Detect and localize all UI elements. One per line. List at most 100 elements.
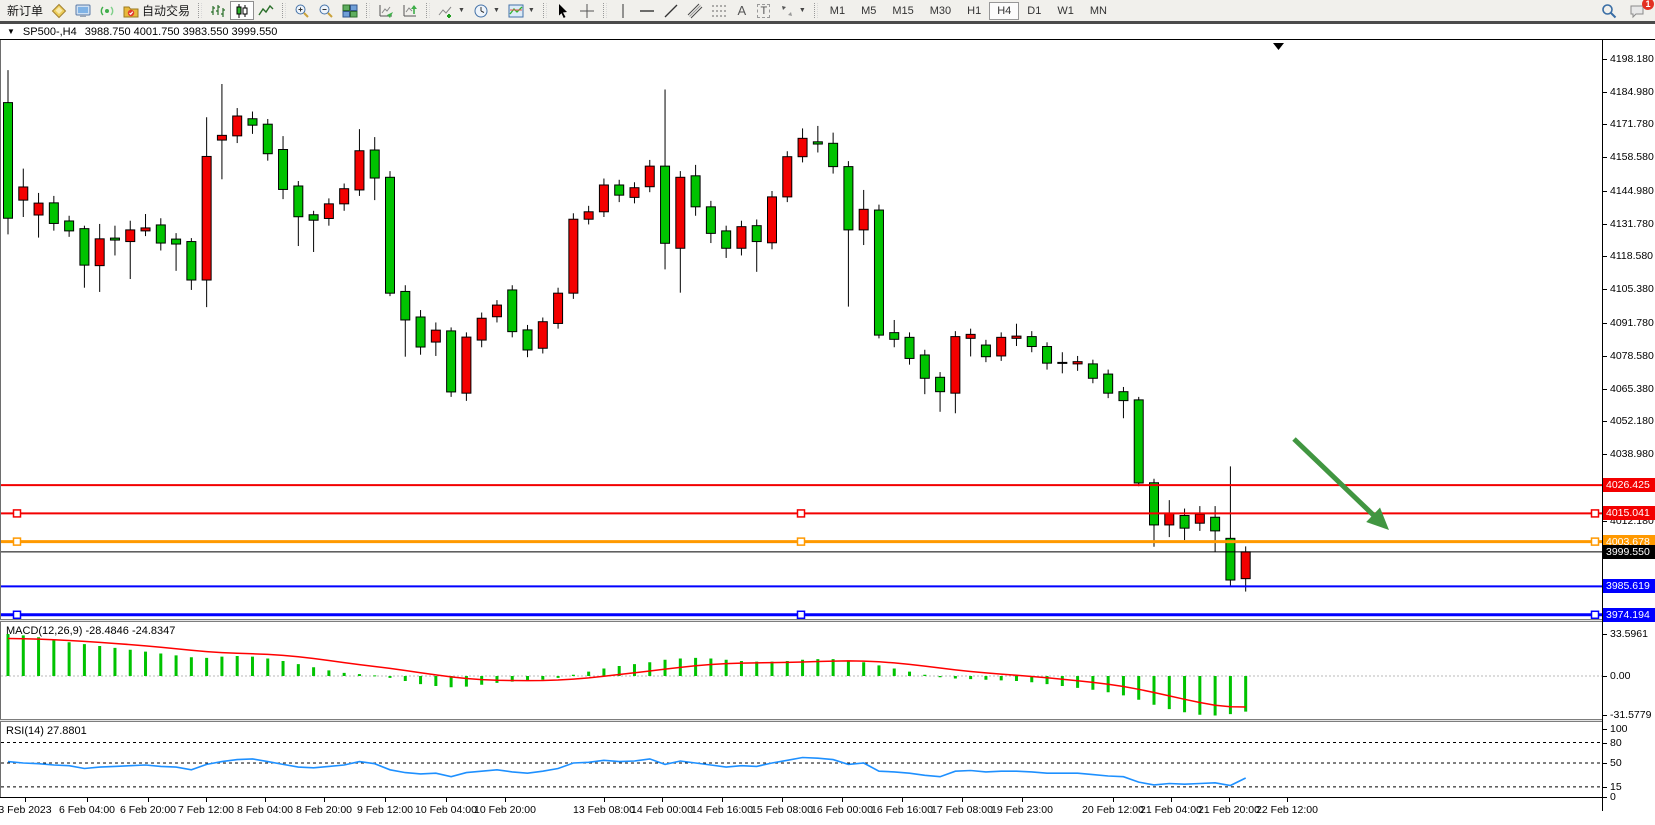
candle: [126, 221, 135, 279]
rsi-axis-label: 100: [1610, 723, 1628, 735]
macd-histogram-bar: [648, 662, 651, 676]
zoom-out-button[interactable]: [314, 1, 338, 20]
arrows-button[interactable]: ▼: [775, 1, 810, 20]
timeframe-button-M1[interactable]: M1: [822, 2, 853, 20]
periods-button[interactable]: ▼: [469, 1, 504, 20]
auto-scroll-button[interactable]: [374, 1, 398, 20]
candle-body-down: [4, 103, 13, 219]
candle: [187, 238, 196, 290]
macd-histogram-bar: [1229, 676, 1232, 714]
timeframe-button-MN[interactable]: MN: [1082, 2, 1115, 20]
line-drag-handle[interactable]: [798, 510, 805, 517]
timeframe-button-H1[interactable]: H1: [959, 2, 989, 20]
candle: [936, 372, 945, 412]
line-chart-button[interactable]: [254, 1, 278, 20]
macd-histogram-bar: [175, 655, 178, 676]
time-tick-label: 10 Feb 04:00: [415, 804, 477, 816]
text-button[interactable]: A: [731, 1, 753, 20]
macd-histogram-bar: [862, 662, 865, 676]
price-chart-pane[interactable]: [0, 40, 1602, 619]
notifications-button[interactable]: 1: [1625, 1, 1649, 20]
bar-chart-button[interactable]: [206, 1, 230, 20]
timeframe-button-M30[interactable]: M30: [922, 2, 959, 20]
dropdown-caret-icon: ▼: [458, 7, 465, 14]
line-drag-handle[interactable]: [798, 611, 805, 618]
candle: [966, 329, 975, 357]
price-tick-label: 4184.980: [1610, 86, 1654, 98]
new-order-button[interactable]: 新订单: [3, 1, 47, 20]
chart-symbol-title: SP500-,H4: [23, 26, 77, 38]
axis-tick: [1603, 634, 1607, 635]
candle-body-down: [1027, 337, 1036, 347]
line-drag-handle[interactable]: [1592, 510, 1599, 517]
candle-body-down: [172, 239, 181, 244]
indicators-button[interactable]: ▼: [434, 1, 469, 20]
timeframe-button-D1[interactable]: D1: [1019, 2, 1049, 20]
strategy-tester-icon[interactable]: [95, 1, 119, 20]
timeframe-button-W1[interactable]: W1: [1049, 2, 1082, 20]
timeframe-button-M15[interactable]: M15: [884, 2, 921, 20]
timeframe-button-M5[interactable]: M5: [853, 2, 884, 20]
chart-shift-button[interactable]: [398, 1, 422, 20]
macd-histogram-bar: [236, 656, 239, 676]
chart-shift-marker-icon[interactable]: [1273, 43, 1284, 50]
mt4-window: 新订单 自动交易: [0, 0, 1655, 825]
macd-histogram-bar: [771, 662, 774, 676]
vertical-line-button[interactable]: [611, 1, 635, 20]
candle: [309, 211, 318, 252]
cursor-button[interactable]: [551, 1, 575, 20]
crosshair-button[interactable]: [575, 1, 599, 20]
line-drag-handle[interactable]: [14, 538, 21, 545]
metaeditor-icon[interactable]: [47, 1, 71, 20]
trend-arrow[interactable]: [1294, 439, 1377, 519]
gold-diamond-icon: [51, 3, 67, 19]
horizontal-line-button[interactable]: [635, 1, 659, 20]
price-axis[interactable]: 4198.1804184.9804171.7804158.5804144.980…: [1602, 40, 1655, 811]
macd-histogram-bar: [923, 675, 926, 676]
candle-body-up: [951, 337, 960, 394]
terminal-panel-icon[interactable]: [71, 1, 95, 20]
templates-button[interactable]: ▼: [504, 1, 539, 20]
line-drag-handle[interactable]: [14, 611, 21, 618]
trendline-button[interactable]: [659, 1, 683, 20]
rsi-line: [8, 758, 1246, 786]
candle-body-down: [706, 207, 715, 234]
line-drag-handle[interactable]: [14, 510, 21, 517]
macd-histogram-bar: [572, 675, 575, 676]
auto-trading-button[interactable]: 自动交易: [119, 1, 194, 20]
axis-tick: [1603, 323, 1607, 324]
dropdown-caret-icon: ▼: [528, 7, 535, 14]
time-tick-label: 21 Feb 20:00: [1198, 804, 1260, 816]
level-price-axis-label: 4015.041: [1603, 506, 1655, 520]
macd-histogram-bar: [725, 660, 728, 676]
search-button[interactable]: [1597, 1, 1621, 20]
time-axis[interactable]: 3 Feb 20236 Feb 04:006 Feb 20:007 Feb 12…: [0, 797, 1602, 825]
zoom-in-button[interactable]: [290, 1, 314, 20]
axis-tick: [1603, 763, 1607, 764]
line-drag-handle[interactable]: [798, 538, 805, 545]
macd-indicator-pane[interactable]: MACD(12,26,9) -28.4846 -24.8347: [0, 622, 1602, 719]
macd-histogram-bar: [159, 654, 162, 677]
candle-body-down: [752, 226, 761, 242]
line-drag-handle[interactable]: [1592, 538, 1599, 545]
text-label-button[interactable]: T: [753, 1, 775, 20]
line-drag-handle[interactable]: [1592, 611, 1599, 618]
timeframe-button-H4[interactable]: H4: [989, 2, 1019, 20]
one-click-expand-icon[interactable]: ▼: [7, 27, 15, 36]
rsi-axis-label: 0: [1610, 791, 1616, 803]
macd-histogram-bar: [908, 672, 911, 676]
rsi-indicator-pane[interactable]: RSI(14) 27.8801: [0, 722, 1602, 797]
candle: [1027, 331, 1036, 352]
candlestick-chart-button[interactable]: [230, 1, 254, 20]
candle-body-up: [538, 322, 547, 349]
timeframe-toolbar: M1M5M15M30H1H4D1W1MN: [822, 2, 1115, 20]
candle-body-up: [462, 337, 471, 393]
fibonacci-button[interactable]: [707, 1, 731, 20]
equidistant-channel-button[interactable]: [683, 1, 707, 20]
tile-windows-button[interactable]: [338, 1, 362, 20]
price-tick-label: 4052.180: [1610, 415, 1654, 427]
macd-histogram-bar: [1137, 676, 1140, 700]
price-tick-label: 4065.380: [1610, 383, 1654, 395]
macd-histogram-bar: [602, 669, 605, 677]
candle: [1012, 324, 1021, 346]
